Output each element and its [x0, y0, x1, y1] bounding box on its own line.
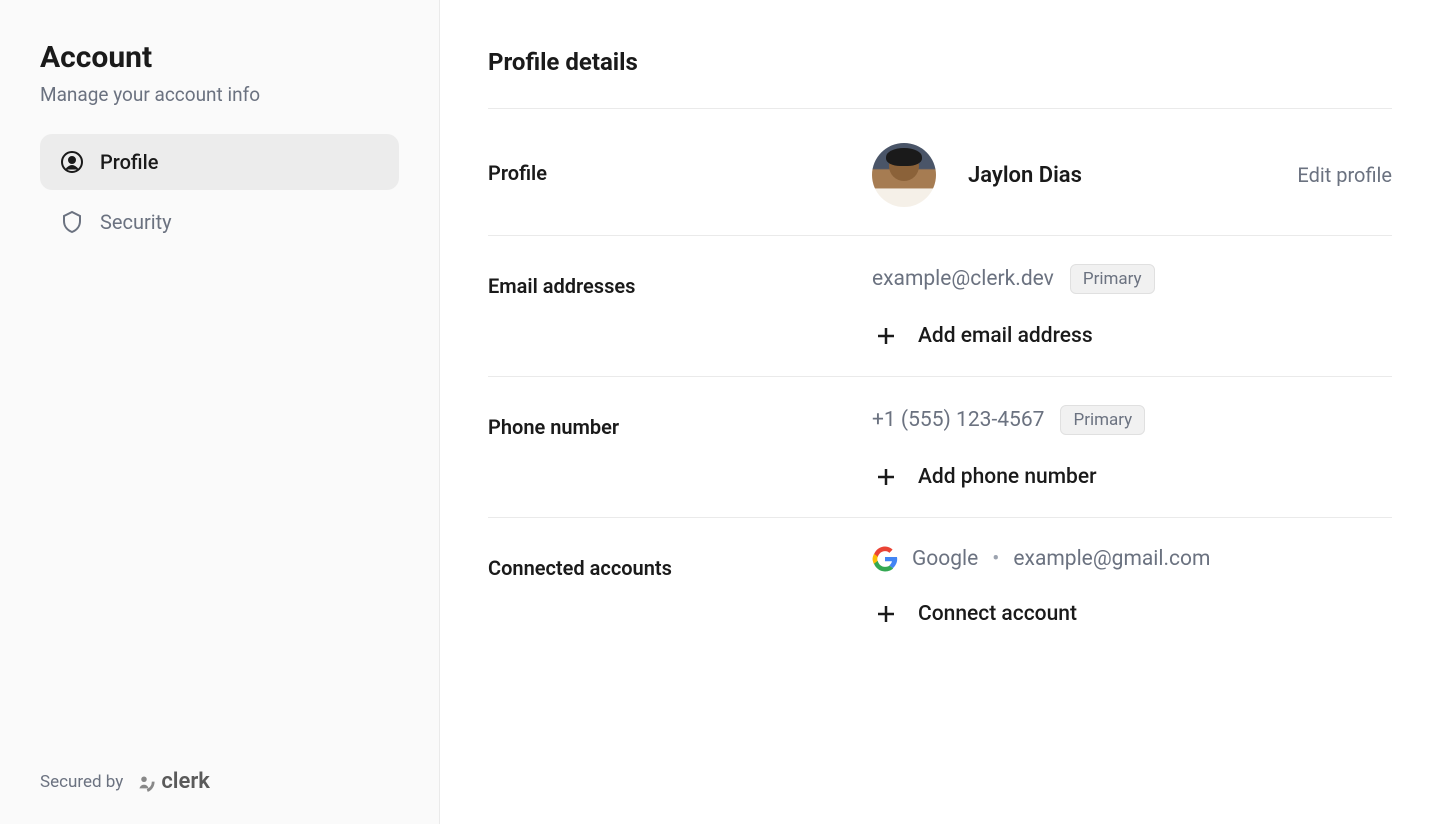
add-phone-label: Add phone number	[918, 465, 1097, 489]
add-email-label: Add email address	[918, 324, 1093, 348]
profile-row: Jaylon Dias Edit profile	[872, 143, 1392, 207]
connect-account-button[interactable]: Connect account	[872, 602, 1392, 626]
add-email-button[interactable]: Add email address	[872, 324, 1392, 348]
sidebar: Account Manage your account info Profile…	[0, 0, 440, 824]
edit-profile-button[interactable]: Edit profile	[1297, 163, 1392, 187]
sidebar-item-label: Security	[100, 210, 172, 234]
sidebar-footer: Secured by clerk	[40, 769, 399, 794]
clerk-brand-text: clerk	[161, 769, 210, 794]
primary-badge: Primary	[1060, 405, 1145, 435]
sidebar-item-label: Profile	[100, 150, 158, 174]
email-section: Email addresses example@clerk.dev Primar…	[488, 236, 1392, 377]
sidebar-item-profile[interactable]: Profile	[40, 134, 399, 190]
connected-section-label: Connected accounts	[488, 546, 872, 580]
profile-section: Profile Jaylon Dias Edit profile	[488, 109, 1392, 236]
profile-name: Jaylon Dias	[968, 163, 1082, 188]
clerk-logo-icon	[133, 771, 155, 793]
plus-icon	[874, 465, 898, 489]
connect-account-label: Connect account	[918, 602, 1077, 626]
phone-section: Phone number +1 (555) 123-4567 Primary A…	[488, 377, 1392, 518]
phone-value-row: +1 (555) 123-4567 Primary	[872, 405, 1392, 435]
sidebar-title: Account	[40, 40, 399, 75]
page-title: Profile details	[488, 48, 1392, 109]
phone-value: +1 (555) 123-4567	[872, 408, 1044, 432]
email-value: example@clerk.dev	[872, 267, 1054, 291]
sidebar-item-security[interactable]: Security	[40, 194, 399, 250]
plus-icon	[874, 602, 898, 626]
clerk-logo: clerk	[133, 769, 210, 794]
avatar	[872, 143, 936, 207]
plus-icon	[874, 324, 898, 348]
separator-dot: •	[992, 547, 999, 571]
google-icon	[872, 546, 898, 572]
main-content: Profile details Profile Jaylon Dias Edit…	[440, 0, 1440, 824]
connected-account-row: Google • example@gmail.com	[872, 546, 1392, 572]
connected-email: example@gmail.com	[1013, 547, 1210, 571]
profile-section-label: Profile	[488, 143, 872, 185]
sidebar-subtitle: Manage your account info	[40, 83, 399, 106]
phone-section-label: Phone number	[488, 405, 872, 439]
email-section-label: Email addresses	[488, 264, 872, 298]
profile-info: Jaylon Dias	[872, 143, 1082, 207]
shield-icon	[60, 210, 84, 234]
profile-icon	[60, 150, 84, 174]
email-value-row: example@clerk.dev Primary	[872, 264, 1392, 294]
add-phone-button[interactable]: Add phone number	[872, 465, 1392, 489]
primary-badge: Primary	[1070, 264, 1155, 294]
connected-provider: Google	[912, 547, 978, 571]
secured-by-text: Secured by	[40, 772, 123, 792]
connected-section: Connected accounts Google • example@gmai…	[488, 518, 1392, 654]
sidebar-header: Account Manage your account info	[40, 40, 399, 134]
